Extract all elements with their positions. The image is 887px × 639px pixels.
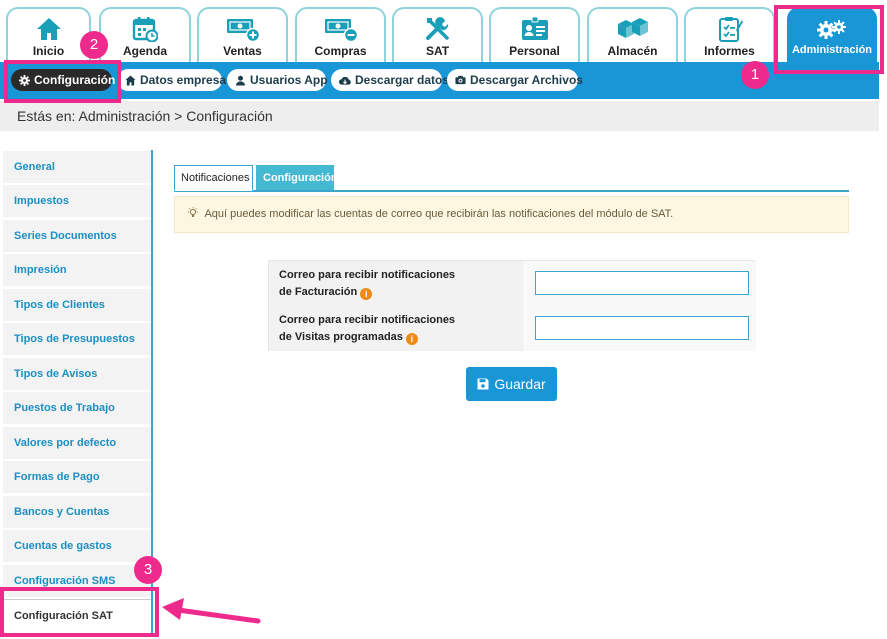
email-facturacion-input[interactable] — [535, 271, 749, 295]
subnav-label: Descargar datos — [355, 73, 450, 87]
lightbulb-icon — [187, 199, 199, 217]
subnav-descargar-archivos[interactable]: Descargar Archivos — [447, 69, 583, 91]
user-icon — [235, 74, 246, 86]
form-label-line1: Correo para recibir notificaciones — [279, 314, 456, 326]
sidebar-item-impresion[interactable]: Impresión — [3, 254, 151, 287]
sidebar-item-puestos-trabajo[interactable]: Puestos de Trabajo — [3, 392, 151, 425]
sidebar-item-configuracion-sat[interactable]: Configuración SAT — [3, 599, 151, 632]
top-tab-label: Almacén — [607, 44, 658, 58]
money-plus-icon — [199, 15, 286, 43]
email-visitas-input[interactable] — [535, 316, 749, 340]
gear-icon — [19, 74, 30, 86]
subnav-label: Configuración — [34, 73, 116, 87]
tab-underline — [174, 190, 849, 192]
info-icon[interactable]: i — [360, 288, 373, 300]
form-row-facturacion: Correo para recibir notificaciones de Fa… — [269, 261, 756, 306]
sidebar-item-tipos-clientes[interactable]: Tipos de Clientes — [3, 289, 151, 322]
top-tab-agenda[interactable]: Agenda — [99, 7, 191, 62]
annotation-arrow — [162, 598, 261, 624]
sidebar-item-configuracion-sms[interactable]: Configuración SMS — [3, 565, 151, 598]
tab-notificaciones[interactable]: Notificaciones — [174, 165, 253, 191]
annotation-badge-1: 1 — [741, 61, 769, 89]
form-label: Correo para recibir notificaciones de Fa… — [269, 261, 525, 306]
boxes-icon — [589, 15, 676, 43]
sidebar: General Impuestos Series Documentos Impr… — [3, 150, 153, 635]
sidebar-item-valores-defecto[interactable]: Valores por defecto — [3, 427, 151, 460]
gears-icon — [789, 15, 875, 43]
form-label-line2: de Facturación — [279, 286, 358, 298]
subnav-configuracion[interactable]: Configuración — [11, 69, 116, 91]
breadcrumb: Estás en: Administración > Configuración — [0, 101, 879, 131]
sidebar-item-cuentas-gastos[interactable]: Cuentas de gastos — [3, 530, 151, 563]
sidebar-item-general[interactable]: General — [3, 151, 151, 184]
annotation-badge-3: 3 — [134, 556, 162, 584]
sidebar-item-tipos-presupuestos[interactable]: Tipos de Presupuestos — [3, 323, 151, 356]
id-card-icon — [491, 15, 578, 43]
top-tab-sat[interactable]: SAT — [392, 7, 483, 62]
top-tab-label: Informes — [704, 44, 755, 58]
calendar-icon — [101, 15, 189, 43]
annotation-badge-2: 2 — [80, 31, 108, 59]
subnav-label: Usuarios App — [250, 73, 328, 87]
form-label-line2: de Visitas programadas — [279, 331, 403, 343]
sidebar-item-bancos-cuentas[interactable]: Bancos y Cuentas — [3, 496, 151, 529]
sidebar-item-series-documentos[interactable]: Series Documentos — [3, 220, 151, 253]
subnav-datos-empresa[interactable]: Datos empresa — [117, 69, 226, 91]
top-navigation: Inicio Agenda Ventas Compras SAT Persona… — [0, 0, 887, 62]
form-label-line1: Correo para recibir notificaciones — [279, 269, 456, 281]
info-icon[interactable]: i — [405, 333, 418, 345]
top-tab-personal[interactable]: Personal — [489, 7, 580, 62]
subnav-descargar-datos[interactable]: Descargar datos — [331, 69, 449, 91]
top-tab-label: Ventas — [223, 44, 262, 58]
top-tab-almacen[interactable]: Almacén — [587, 7, 678, 62]
top-tab-label: Administración — [791, 44, 873, 56]
top-tab-label: Compras — [314, 44, 367, 58]
form-cell — [525, 306, 756, 351]
floppy-disk-icon — [477, 378, 489, 390]
tools-icon — [394, 15, 481, 43]
top-tab-label: Personal — [509, 44, 560, 58]
save-button-label: Guardar — [494, 376, 546, 392]
tab-configuracion[interactable]: Configuración — [256, 165, 338, 191]
save-button[interactable]: Guardar — [466, 367, 557, 401]
top-tab-informes[interactable]: Informes — [684, 7, 775, 62]
clipboard-icon — [686, 15, 773, 43]
cloud-download-icon — [339, 74, 351, 86]
sidebar-item-formas-pago[interactable]: Formas de Pago — [3, 461, 151, 494]
home-icon — [8, 15, 89, 43]
subnav-label: Datos empresa — [140, 73, 227, 87]
top-tab-compras[interactable]: Compras — [295, 7, 386, 62]
top-tab-ventas[interactable]: Ventas — [197, 7, 288, 62]
top-tab-inicio[interactable]: Inicio — [6, 7, 91, 62]
form-cell — [525, 261, 756, 306]
top-tab-administracion[interactable]: Administración — [787, 7, 877, 62]
sidebar-item-tipos-avisos[interactable]: Tipos de Avisos — [3, 358, 151, 391]
top-tab-label: SAT — [425, 44, 450, 58]
top-tab-label: Inicio — [32, 44, 65, 58]
top-tab-label: Agenda — [122, 44, 167, 58]
form-label: Correo para recibir notificaciones de Vi… — [269, 306, 525, 351]
subnav-usuarios-app[interactable]: Usuarios App — [227, 69, 328, 91]
home-icon — [125, 74, 136, 86]
sidebar-item-impuestos[interactable]: Impuestos — [3, 185, 151, 218]
form-row-visitas: Correo para recibir notificaciones de Vi… — [269, 306, 756, 351]
subnav-label: Descargar Archivos — [470, 73, 583, 87]
info-notice: Aquí puedes modificar las cuentas de cor… — [174, 196, 849, 233]
money-minus-icon — [297, 15, 384, 43]
notice-text: Aquí puedes modificar las cuentas de cor… — [204, 208, 674, 220]
camera-icon — [455, 74, 466, 86]
notification-email-form: Correo para recibir notificaciones de Fa… — [268, 260, 756, 351]
